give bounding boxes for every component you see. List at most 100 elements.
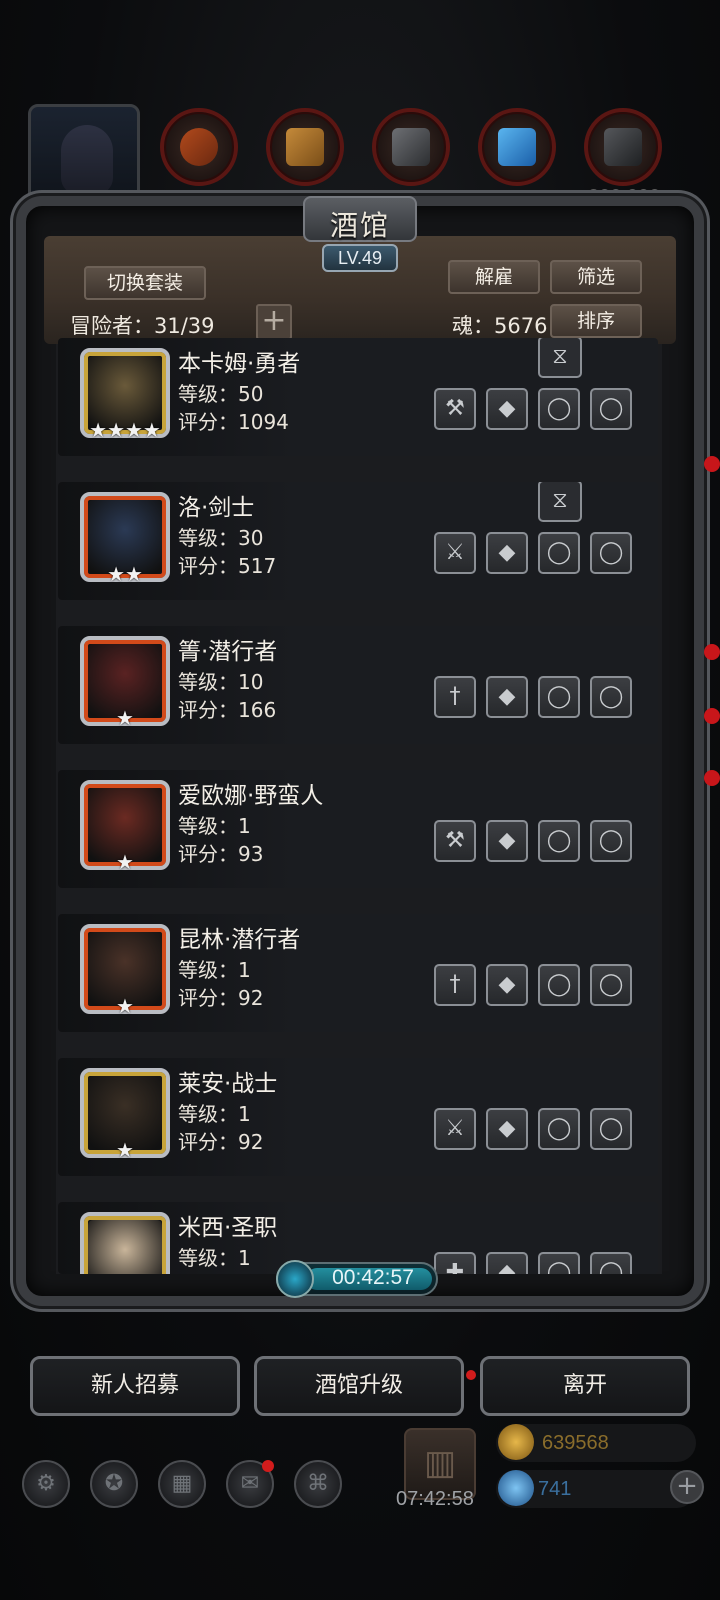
hourglass-icon[interactable]: ⧖: [538, 338, 582, 378]
ring-slot-icon[interactable]: ◯: [590, 820, 632, 862]
filter-button[interactable]: 筛选: [550, 260, 642, 294]
hero-icon[interactable]: ✪: [90, 1460, 138, 1508]
star-rating: ★★: [107, 562, 143, 586]
ring-slot-icon[interactable]: ◯: [590, 964, 632, 1006]
ring-slot-icon[interactable]: ◯: [538, 388, 580, 430]
add-slot-button[interactable]: +: [256, 304, 292, 340]
ring-slot-icon[interactable]: ◯: [590, 676, 632, 718]
star-rating: ★: [116, 706, 134, 730]
hero-level: 等级：10: [178, 670, 264, 694]
hero-name: 箐·潜行者: [178, 639, 278, 665]
hero-card[interactable]: ★ 莱安·战士 等级：1 评分：92 ⚔ ◆ ◯ ◯: [58, 1058, 658, 1176]
armor-slot-icon[interactable]: ◆: [486, 676, 528, 718]
hero-score: 评分：92: [178, 986, 264, 1010]
gold-icon: [498, 1424, 534, 1460]
hero-name: 洛·剑士: [178, 495, 255, 521]
dagger-slot-icon[interactable]: †: [434, 964, 476, 1006]
hero-card[interactable]: ★ 箐·潜行者 等级：10 评分：166 † ◆ ◯ ◯: [58, 626, 658, 744]
sort-button[interactable]: 排序: [550, 304, 642, 338]
armor-slot-icon[interactable]: ◆: [486, 964, 528, 1006]
ring-slot-icon[interactable]: ◯: [538, 820, 580, 862]
hero-portrait[interactable]: [80, 1212, 170, 1274]
ring-slot-icon[interactable]: ◯: [538, 532, 580, 574]
hero-level: 等级：1: [178, 958, 251, 982]
leave-button[interactable]: 离开: [480, 1356, 690, 1416]
settings-icon[interactable]: ⚙: [22, 1460, 70, 1508]
hero-card[interactable]: ★ 爱欧娜·野蛮人 等级：1 评分：93 ⚒ ◆ ◯ ◯: [58, 770, 658, 888]
armor-slot-icon[interactable]: ◆: [486, 532, 528, 574]
gift-timer: 07:42:58: [396, 1488, 474, 1510]
hero-score: 评分：517: [178, 554, 277, 578]
upgrade-tavern-button[interactable]: 酒馆升级: [254, 1356, 464, 1416]
axe-slot-icon[interactable]: ⚒: [434, 820, 476, 862]
switch-outfit-button[interactable]: 切换套装: [84, 266, 206, 300]
hero-name: 米西·圣职: [178, 1215, 278, 1241]
tavern-level-badge: LV.49: [322, 244, 398, 272]
hero-card[interactable]: ★ 昆林·潜行者 等级：1 评分：92 † ◆ ◯ ◯: [58, 914, 658, 1032]
hero-name: 爱欧娜·野蛮人: [178, 783, 324, 809]
gem-amount: 741: [538, 1478, 572, 1500]
add-gems-button[interactable]: +: [670, 1470, 704, 1504]
ring-slot-icon[interactable]: ◯: [538, 1252, 580, 1274]
recruit-button[interactable]: 新人招募: [30, 1356, 240, 1416]
inventory-icon[interactable]: ▦: [158, 1460, 206, 1508]
ring-slot-icon[interactable]: ◯: [590, 532, 632, 574]
hero-name: 莱安·战士: [178, 1071, 278, 1097]
ring-slot-icon[interactable]: ◯: [538, 676, 580, 718]
ring-slot-icon[interactable]: ◯: [590, 1108, 632, 1150]
meat-resource-icon[interactable]: [160, 108, 238, 186]
side-notification-dot: [704, 770, 720, 786]
hero-score: 评分：93: [178, 842, 264, 866]
clock-icon: [276, 1260, 314, 1298]
wood-resource-icon[interactable]: [266, 108, 344, 186]
side-notification-dot: [704, 708, 720, 724]
armor-slot-icon[interactable]: ◆: [486, 820, 528, 862]
star-rating: ★: [116, 850, 134, 874]
ring-slot-icon[interactable]: ◯: [590, 1252, 632, 1274]
stone-resource-icon[interactable]: [584, 108, 662, 186]
page-title: 酒馆: [329, 209, 390, 242]
hero-card[interactable]: ★★ 洛·剑士 等级：30 评分：517 ⧖ ⚔ ◆ ◯ ◯: [58, 482, 658, 600]
refresh-timer: 00:42:57: [332, 1266, 414, 1289]
hero-level: 等级：30: [178, 526, 264, 550]
side-notification-dot: [704, 644, 720, 660]
hero-score: 评分：166: [178, 698, 277, 722]
hero-score: 评分：92: [178, 1130, 264, 1154]
hero-level: 等级：50: [178, 382, 264, 406]
gem-icon: [498, 1470, 534, 1506]
gold-amount: 639568: [542, 1432, 609, 1454]
hero-name: 本卡姆·勇者: [178, 351, 301, 377]
hero-name: 昆林·潜行者: [178, 927, 301, 953]
hero-score: 评分：1094: [178, 410, 289, 434]
crystal-resource-icon[interactable]: [478, 108, 556, 186]
armor-slot-icon[interactable]: ◆: [486, 388, 528, 430]
upgrade-notification-dot: [466, 1370, 476, 1380]
hero-level: 等级：1: [178, 814, 251, 838]
star-rating: ★★★★: [89, 418, 161, 442]
dismiss-button[interactable]: 解雇: [448, 260, 540, 294]
ring-slot-icon[interactable]: ◯: [538, 1108, 580, 1150]
armor-slot-icon[interactable]: ◆: [486, 1108, 528, 1150]
ring-slot-icon[interactable]: ◯: [538, 964, 580, 1006]
hero-card[interactable]: ★★★★ 本卡姆·勇者 等级：50 评分：1094 ⧖ ⚒ ◆ ◯ ◯: [58, 338, 658, 456]
soul-count: 魂：5676: [452, 314, 548, 338]
sword-slot-icon[interactable]: ⚔: [434, 1108, 476, 1150]
armor-slot-icon[interactable]: ◆: [486, 1252, 528, 1274]
hero-level: 等级：1: [178, 1246, 251, 1270]
hero-face-image: [88, 1220, 162, 1274]
star-rating: ★: [116, 994, 134, 1018]
hourglass-icon[interactable]: ⧖: [538, 482, 582, 522]
side-notification-dot: [704, 456, 720, 472]
star-rating: ★: [116, 1138, 134, 1162]
adventurer-count: 冒险者：31/39: [70, 314, 215, 338]
title-plate: 酒馆: [303, 196, 417, 242]
hero-face: [61, 125, 113, 195]
mace-slot-icon[interactable]: ✚: [434, 1252, 476, 1274]
axe-slot-icon[interactable]: ⚒: [434, 388, 476, 430]
quest-icon[interactable]: ⌘: [294, 1460, 342, 1508]
hero-level: 等级：1: [178, 1102, 251, 1126]
sword-slot-icon[interactable]: ⚔: [434, 532, 476, 574]
iron-resource-icon[interactable]: [372, 108, 450, 186]
dagger-slot-icon[interactable]: †: [434, 676, 476, 718]
ring-slot-icon[interactable]: ◯: [590, 388, 632, 430]
